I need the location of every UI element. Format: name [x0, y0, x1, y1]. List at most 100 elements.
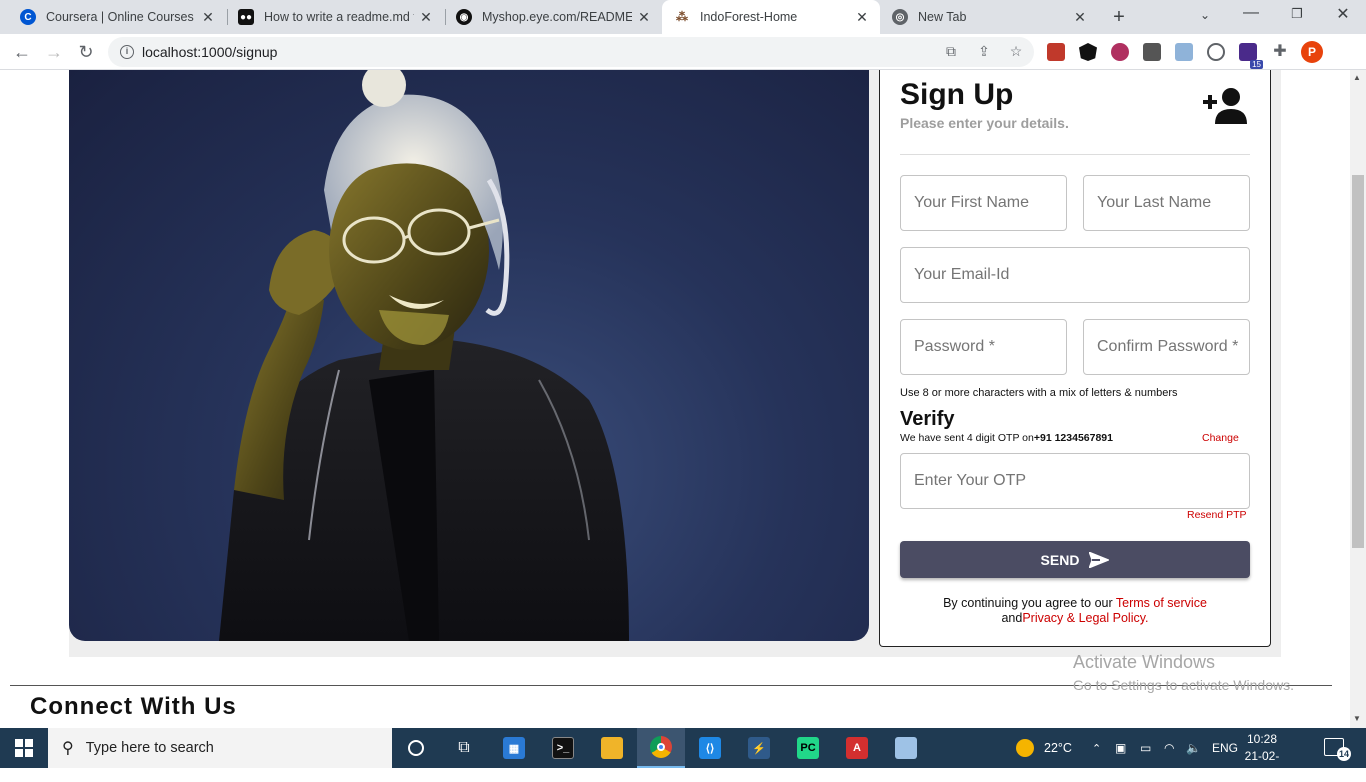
taskbar-clock[interactable]: 10:28 21-02-2022 — [1232, 731, 1292, 782]
cortana-button[interactable] — [392, 728, 440, 768]
otp-field[interactable]: Enter Your OTP — [900, 453, 1250, 509]
tab-search-icon[interactable]: ⌄ — [1193, 8, 1217, 22]
otp-placeholder: Enter Your OTP — [914, 472, 1027, 489]
acrobat-app[interactable]: A — [833, 728, 881, 768]
send-arrow-icon — [1089, 551, 1110, 568]
weather-widget[interactable]: 22°C — [1016, 728, 1072, 768]
extension-badge-count: 15 — [1250, 60, 1263, 69]
windows-taskbar: ⚲ Type here to search ⧉ ▦ >_ ⟨⟩ ⚡ PC A 2… — [0, 728, 1366, 780]
signup-title: Sign Up — [900, 78, 1014, 111]
task-view-icon: ⧉ — [458, 739, 470, 756]
signup-form-card: Sign Up Please enter your details. Your … — [879, 70, 1271, 647]
volume-icon[interactable]: 🔈 — [1186, 728, 1201, 768]
acrobat-icon: A — [846, 737, 868, 759]
network-app[interactable]: ⚡ — [735, 728, 783, 768]
last-name-placeholder: Your Last Name — [1097, 194, 1212, 211]
scroll-up-arrow-icon[interactable]: ▲ — [1353, 73, 1361, 82]
email-field[interactable]: Your Email-Id — [900, 247, 1250, 303]
task-view-button[interactable]: ⧉ — [440, 728, 488, 768]
tab-github[interactable]: ◉ Myshop.eye.com/README.m ✕ — [444, 0, 662, 34]
last-name-field[interactable]: Your Last Name — [1083, 175, 1250, 231]
first-name-field[interactable]: Your First Name — [900, 175, 1067, 231]
store-app[interactable]: ▦ — [490, 728, 538, 768]
extension-circle-icon[interactable] — [1207, 43, 1225, 61]
close-tab-icon[interactable]: ✕ — [200, 9, 216, 25]
minimize-button[interactable]: — — [1239, 4, 1263, 22]
tab-title: Coursera | Online Courses & — [46, 10, 196, 24]
person-illustration — [219, 70, 629, 641]
tab-title: IndoForest-Home — [700, 10, 798, 24]
taskbar-search-placeholder: Type here to search — [85, 740, 214, 756]
first-name-placeholder: Your First Name — [914, 194, 1029, 211]
pycharm-icon: PC — [797, 737, 819, 759]
network-tool-icon: ⚡ — [748, 737, 770, 759]
terminal-app[interactable]: >_ — [539, 728, 587, 768]
windows-logo-icon — [15, 739, 33, 757]
control-panel-icon — [895, 737, 917, 759]
start-button[interactable] — [0, 728, 48, 768]
notification-center-icon[interactable]: 14 — [1324, 738, 1351, 761]
tab-title: Myshop.eye.com/README.m — [482, 10, 632, 24]
vscode-app[interactable]: ⟨⟩ — [686, 728, 734, 768]
open-in-app-icon[interactable]: ⧉ — [943, 43, 959, 59]
tray-meet-icon[interactable]: ▣ — [1115, 728, 1126, 768]
hero-photo — [69, 70, 869, 641]
pycharm-app[interactable]: PC — [784, 728, 832, 768]
site-info-icon[interactable]: i — [120, 45, 134, 59]
clock-time: 10:28 — [1246, 732, 1278, 746]
file-explorer-app[interactable] — [588, 728, 636, 768]
terms-text: By continuing you agree to our Terms of … — [900, 596, 1250, 626]
battery-icon[interactable]: ▭ — [1140, 728, 1151, 768]
address-bar[interactable]: i localhost:1000/signup — [108, 37, 1034, 67]
terms-of-service-link[interactable]: Terms of service — [1116, 596, 1207, 610]
send-button[interactable]: SEND — [900, 541, 1250, 578]
terms-and: and — [1001, 611, 1023, 625]
chrome-app[interactable] — [637, 728, 685, 768]
terms-prefix: By continuing you agree to our — [943, 596, 1116, 610]
extensions-puzzle-icon[interactable]: ✚ — [1271, 43, 1289, 61]
share-icon[interactable]: ⇪ — [976, 43, 992, 59]
scrollbar-thumb[interactable] — [1352, 175, 1364, 548]
close-tab-icon[interactable]: ✕ — [854, 9, 870, 25]
email-placeholder: Your Email-Id — [914, 266, 1010, 283]
privacy-policy-link[interactable]: Privacy & Legal Policy. — [1022, 611, 1148, 625]
header-divider — [900, 154, 1250, 155]
tab-indoforest[interactable]: ⁂ IndoForest-Home ✕ — [662, 0, 880, 34]
close-tab-icon[interactable]: ✕ — [1072, 9, 1088, 25]
close-window-button[interactable]: ✕ — [1331, 4, 1355, 24]
notification-count: 14 — [1337, 747, 1351, 761]
restore-button[interactable]: ❐ — [1285, 6, 1309, 22]
wifi-icon[interactable]: ◠ — [1164, 728, 1174, 768]
resend-otp-link[interactable]: Resend PTP — [1187, 509, 1247, 521]
close-tab-icon[interactable]: ✕ — [636, 9, 652, 25]
extension-cloud-icon[interactable] — [1175, 43, 1193, 61]
extension-badge-icon[interactable]: 15 — [1239, 43, 1263, 69]
reload-button[interactable]: ↻ — [74, 40, 98, 64]
activate-windows-line1: Activate Windows — [1073, 652, 1216, 672]
chrome-icon: ◎ — [892, 9, 908, 25]
activate-windows-watermark: Activate Windows Go to Settings to activ… — [1073, 652, 1294, 693]
password-placeholder: Password * — [914, 338, 995, 355]
cortana-icon — [408, 740, 424, 756]
extension-bug-icon[interactable] — [1111, 43, 1129, 61]
password-field[interactable]: Password * — [900, 319, 1067, 375]
scroll-down-arrow-icon[interactable]: ▼ — [1353, 714, 1361, 723]
confirm-password-field[interactable]: Confirm Password * — [1083, 319, 1250, 375]
profile-avatar[interactable]: P — [1301, 41, 1323, 63]
new-tab-button[interactable]: + — [1108, 6, 1130, 28]
extension-red-icon[interactable] — [1047, 43, 1065, 61]
connect-with-us-title: Connect With Us — [30, 693, 237, 720]
change-number-link[interactable]: Change — [1202, 432, 1239, 444]
settings-app[interactable] — [882, 728, 930, 768]
tab-coursera[interactable]: C Coursera | Online Courses & ✕ — [8, 0, 226, 34]
bookmark-star-icon[interactable]: ☆ — [1008, 43, 1024, 59]
taskbar-search-box[interactable]: ⚲ Type here to search — [48, 728, 392, 768]
forward-button[interactable]: → — [42, 40, 66, 64]
tab-readme[interactable]: ●● How to write a readme.md fil ✕ — [226, 0, 444, 34]
back-button[interactable]: ← — [10, 40, 34, 64]
tray-chevron-icon[interactable]: ⌃ — [1092, 728, 1101, 768]
extension-c-icon[interactable] — [1143, 43, 1161, 61]
page-scrollbar[interactable]: ▲ ▼ — [1350, 70, 1366, 728]
close-tab-icon[interactable]: ✕ — [418, 9, 434, 25]
tab-new-tab[interactable]: ◎ New Tab ✕ — [880, 0, 1098, 34]
